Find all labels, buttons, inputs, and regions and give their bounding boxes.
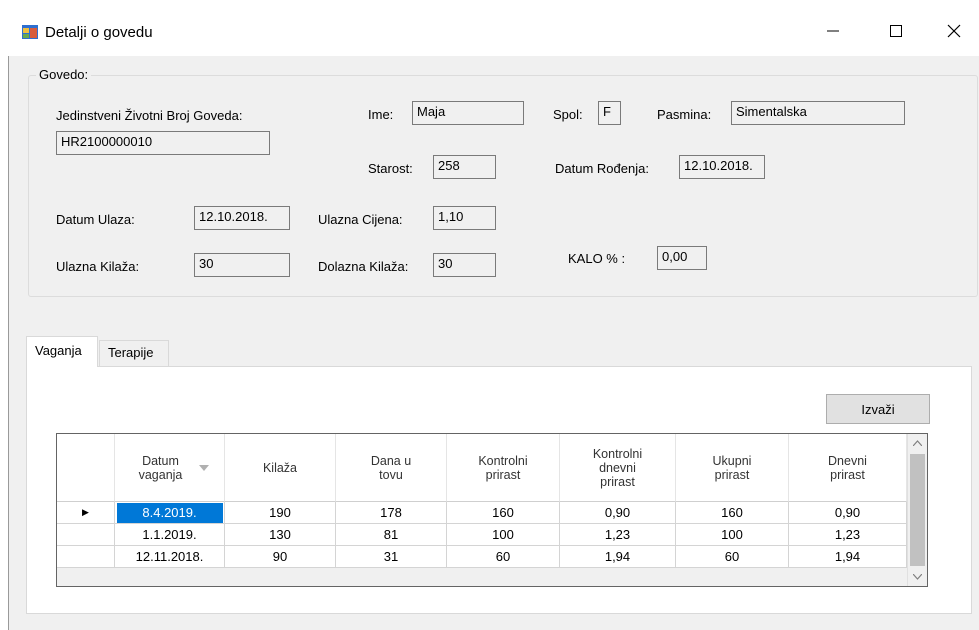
row-header[interactable] xyxy=(57,524,115,546)
datum-rodjenja-label: Datum Rođenja: xyxy=(555,161,649,176)
vertical-scrollbar[interactable] xyxy=(907,434,927,586)
grid-cell[interactable]: 1,23 xyxy=(560,524,676,546)
column-header-label: Datum vaganja xyxy=(138,453,183,482)
current-row-marker-icon: ▶ xyxy=(82,507,89,517)
jib-field[interactable]: HR2100000010 xyxy=(56,131,270,155)
scrollbar-thumb[interactable] xyxy=(910,454,925,566)
vaganja-grid[interactable]: Datum vaganja Kilaža Dana u tovu Kontrol… xyxy=(56,433,928,587)
kalo-label: KALO % : xyxy=(568,251,626,266)
grid-cell[interactable]: 0,90 xyxy=(560,502,676,524)
izvazi-button[interactable]: Izvaži xyxy=(826,394,930,424)
column-header-kilaza[interactable]: Kilaža xyxy=(225,434,336,502)
grid-cell[interactable]: 60 xyxy=(447,546,560,568)
ulazna-cijena-label: Ulazna Cijena: xyxy=(318,212,403,227)
ulazna-cijena-field[interactable]: 1,10 xyxy=(433,206,496,230)
datum-rodjenja-field[interactable]: 12.10.2018. xyxy=(679,155,765,179)
datum-ulaza-field[interactable]: 12.10.2018. xyxy=(194,206,290,230)
grid-cell[interactable]: 1,94 xyxy=(789,546,907,568)
grid-cell[interactable]: 1,23 xyxy=(789,524,907,546)
ime-field[interactable]: Maja xyxy=(412,101,524,125)
column-header-label: Kontrolni prirast xyxy=(478,453,528,482)
column-header-kontrolni-prirast[interactable]: Kontrolni prirast xyxy=(447,434,560,502)
jib-label: Jedinstveni Životni Broj Goveda: xyxy=(56,108,243,123)
grid-cell[interactable]: 12.11.2018. xyxy=(115,546,225,568)
spol-field[interactable]: F xyxy=(598,101,621,125)
grid-cell[interactable]: 190 xyxy=(225,502,336,524)
selected-cell-value: 8.4.2019. xyxy=(116,502,223,523)
grid-cell[interactable]: 1.1.2019. xyxy=(115,524,225,546)
column-header-label: Ukupni prirast xyxy=(712,453,752,482)
pasmina-label: Pasmina: xyxy=(657,107,712,122)
grid-cell[interactable]: 0,90 xyxy=(789,502,907,524)
grid-cell[interactable]: 160 xyxy=(447,502,560,524)
grid-cell[interactable]: 60 xyxy=(676,546,789,568)
minimize-button[interactable] xyxy=(810,16,856,46)
ulazna-kilaza-label: Ulazna Kilaža: xyxy=(56,259,140,274)
scroll-down-arrow-icon[interactable] xyxy=(913,574,922,580)
row-header-corner xyxy=(57,434,115,502)
column-header-dnevni-prirast[interactable]: Dnevni prirast xyxy=(789,434,907,502)
minimize-icon xyxy=(827,30,839,32)
close-button[interactable] xyxy=(931,16,977,46)
tab-terapije[interactable]: Terapije xyxy=(99,340,169,366)
column-header-label: Kontrolni dnevni prirast xyxy=(592,446,643,489)
grid-cell[interactable]: 31 xyxy=(336,546,447,568)
grid-cell[interactable]: 81 xyxy=(336,524,447,546)
grid-cell[interactable]: 160 xyxy=(676,502,789,524)
ulazna-kilaza-field[interactable]: 30 xyxy=(194,253,290,277)
starost-field[interactable]: 258 xyxy=(433,155,496,179)
grid-cell[interactable]: 8.4.2019. xyxy=(115,502,225,524)
row-header[interactable] xyxy=(57,546,115,568)
window-title: Detalji o govedu xyxy=(45,24,153,41)
column-header-label: Dnevni prirast xyxy=(828,453,867,482)
dolazna-kilaza-label: Dolazna Kilaža: xyxy=(318,259,409,274)
column-header-kontrolni-dnevni-prirast[interactable]: Kontrolni dnevni prirast xyxy=(560,434,676,502)
close-icon xyxy=(947,24,961,38)
row-header[interactable]: ▶ xyxy=(57,502,115,524)
grid-cell[interactable]: 130 xyxy=(225,524,336,546)
grid-cell[interactable]: 100 xyxy=(676,524,789,546)
grid-cell[interactable]: 178 xyxy=(336,502,447,524)
ime-label: Ime: xyxy=(368,107,394,122)
maximize-button[interactable] xyxy=(873,16,919,46)
dolazna-kilaza-field[interactable]: 30 xyxy=(433,253,496,277)
govedo-groupbox-legend: Govedo: xyxy=(36,67,92,82)
spol-label: Spol: xyxy=(553,107,583,122)
column-header-ukupni-prirast[interactable]: Ukupni prirast xyxy=(676,434,789,502)
kalo-field[interactable]: 0,00 xyxy=(657,246,707,270)
starost-label: Starost: xyxy=(368,161,413,176)
maximize-icon xyxy=(890,25,902,37)
pasmina-field[interactable]: Simentalska xyxy=(731,101,905,125)
tab-vaganja[interactable]: Vaganja xyxy=(26,336,98,367)
column-header-label: Dana u tovu xyxy=(370,453,412,482)
column-header-label: Kilaža xyxy=(262,460,298,475)
column-header-dana-u-tovu[interactable]: Dana u tovu xyxy=(336,434,447,502)
scroll-up-arrow-icon[interactable] xyxy=(913,440,922,446)
app-form-icon xyxy=(22,25,38,39)
sort-arrow-icon xyxy=(198,464,209,471)
datum-ulaza-label: Datum Ulaza: xyxy=(56,212,135,227)
grid-cell[interactable]: 100 xyxy=(447,524,560,546)
column-header-datum-vaganja[interactable]: Datum vaganja xyxy=(115,434,225,502)
grid-cell[interactable]: 90 xyxy=(225,546,336,568)
grid-cell[interactable]: 1,94 xyxy=(560,546,676,568)
